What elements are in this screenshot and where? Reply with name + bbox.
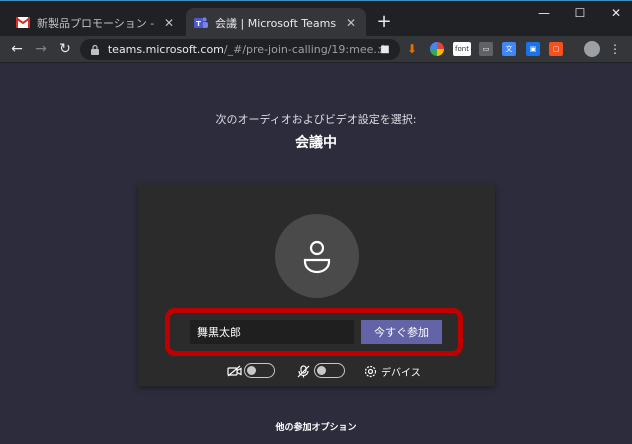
menu-kebab-icon[interactable]: ⋮ xyxy=(606,40,624,58)
browser-toolbar: ← → ↻ teams.microsoft.com/_#/pre-join-ca… xyxy=(0,36,632,63)
screen-extension-icon[interactable]: ▣ xyxy=(526,42,540,56)
toggle-knob xyxy=(317,366,326,375)
teams-icon: T xyxy=(194,16,208,30)
gmail-icon xyxy=(16,16,30,30)
settings-subtitle: 次のオーディオおよびビデオ設定を選択: xyxy=(215,113,417,126)
font-extension-icon[interactable]: font xyxy=(453,42,471,56)
url-path: /_#/pre-join-calling/19:mee... xyxy=(223,43,381,56)
close-tab-icon[interactable]: ✕ xyxy=(344,16,358,30)
maximize-icon[interactable]: ☐ xyxy=(560,1,600,25)
tab-title: 新製品プロモーション - ykasugai@gi xyxy=(37,16,156,30)
display-name-input[interactable] xyxy=(190,320,354,344)
address-bar[interactable]: teams.microsoft.com/_#/pre-join-calling/… xyxy=(80,39,400,60)
av-controls: デバイス xyxy=(138,360,495,380)
lock-icon xyxy=(90,44,100,55)
download-icon[interactable]: ⬇ xyxy=(405,42,419,56)
office-extension-icon[interactable]: ▢ xyxy=(549,42,563,56)
mic-off-icon xyxy=(295,363,311,379)
new-tab-plus-icon[interactable]: + xyxy=(374,13,394,33)
chat-extension-icon[interactable]: ▭ xyxy=(479,42,493,56)
user-avatar-icon xyxy=(275,214,359,298)
other-join-options[interactable]: 他の参加オプション xyxy=(0,420,632,433)
close-window-icon[interactable]: ✕ xyxy=(596,1,632,25)
gear-icon[interactable] xyxy=(362,363,378,379)
profile-avatar[interactable] xyxy=(584,41,600,57)
translate-icon[interactable]: 文 xyxy=(502,42,516,56)
camera-off-icon xyxy=(226,363,242,379)
url-host: teams.microsoft.com xyxy=(107,43,224,56)
pre-join-card: 今すぐ参加 デバイス xyxy=(138,184,495,386)
toggle-knob xyxy=(247,366,256,375)
svg-text:T: T xyxy=(196,20,201,28)
url-text: teams.microsoft.com/_#/pre-join-calling/… xyxy=(108,43,380,56)
minimize-icon[interactable]: — xyxy=(524,1,564,25)
meeting-title: 会議中 xyxy=(295,135,337,151)
devices-button[interactable]: デバイス xyxy=(381,364,421,379)
pre-join-page: 次のオーディオおよびビデオ設定を選択: 会議中 今すぐ参加 デバイス xyxy=(0,63,632,444)
tab-gmail[interactable]: 新製品プロモーション - ykasugai@gi ✕ xyxy=(8,8,184,37)
bookmark-star-icon[interactable]: ☆ xyxy=(374,40,392,58)
back-arrow-icon[interactable]: ← xyxy=(8,40,26,58)
tab-title: 会議 | Microsoft Teams xyxy=(215,16,337,30)
mic-toggle[interactable] xyxy=(314,363,345,378)
reload-icon[interactable]: ↻ xyxy=(56,40,74,58)
tab-teams[interactable]: T 会議 | Microsoft Teams ✕ xyxy=(186,8,366,37)
close-tab-icon[interactable]: ✕ xyxy=(162,16,176,30)
color-extension-icon[interactable] xyxy=(430,42,444,56)
camera-toggle[interactable] xyxy=(244,363,275,378)
tab-strip: 新製品プロモーション - ykasugai@gi ✕ T 会議 | Micros… xyxy=(0,0,632,37)
join-now-button[interactable]: 今すぐ参加 xyxy=(361,320,442,344)
forward-arrow-icon[interactable]: → xyxy=(32,40,50,58)
